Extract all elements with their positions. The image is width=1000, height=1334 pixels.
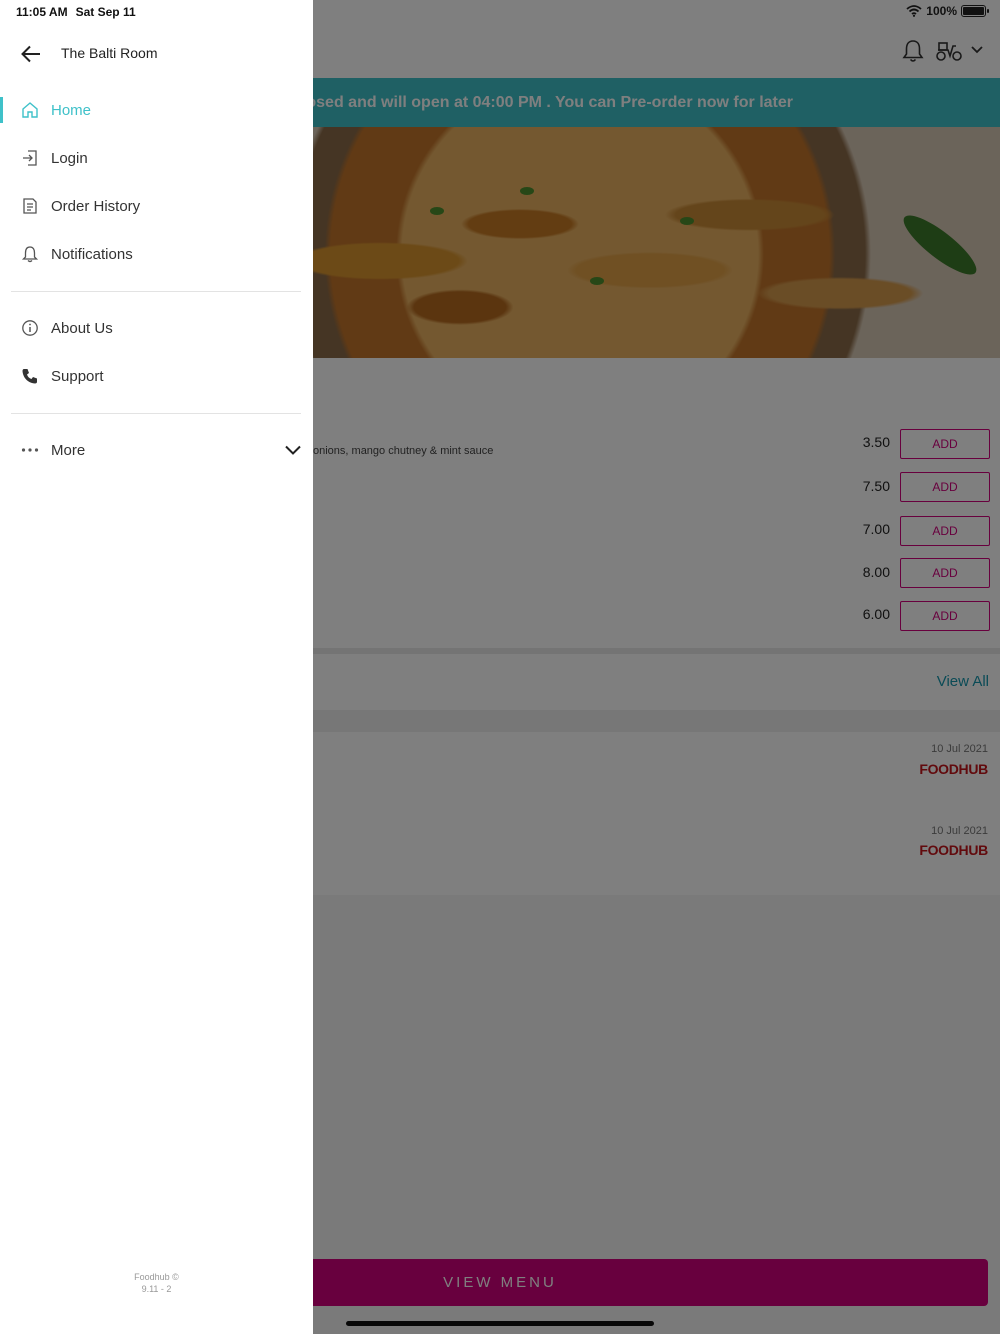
status-time: 11:05 AM [16,5,68,19]
drawer-item-label: Notifications [51,245,133,263]
more-dots-icon [20,440,40,460]
drawer-item-label: Login [51,149,88,167]
drawer-item-support[interactable]: Support [0,356,313,396]
info-icon [20,318,40,338]
battery-icon [961,5,989,17]
version-text: 9.11 - 2 [141,1284,172,1294]
drawer-divider [11,291,301,292]
wifi-icon [906,5,922,17]
home-icon [20,100,40,120]
drawer-item-label: Order History [51,197,141,215]
drawer-item-label: About Us [51,319,113,337]
drawer-item-about-us[interactable]: About Us [0,308,313,348]
bell-icon [20,244,40,264]
phone-icon [20,366,40,386]
battery-percent: 100% [926,4,957,18]
drawer-item-home[interactable]: Home [0,90,313,130]
drawer-item-label: Support [51,367,104,385]
drawer-item-more[interactable]: More [0,430,313,470]
drawer-item-label: More [51,441,86,459]
drawer-item-login[interactable]: Login [0,138,313,178]
restaurant-name: The Balti Room [61,45,158,61]
copyright-text: Foodhub © [134,1272,179,1282]
status-bar-right: 100% [906,4,989,18]
chevron-down-icon[interactable] [284,443,302,457]
status-bar-left: 11:05 AM Sat Sep 11 [16,5,136,19]
app-version-footer: Foodhub © 9.11 - 2 [0,1271,313,1295]
back-arrow-icon[interactable] [20,44,42,64]
drawer-item-notifications[interactable]: Notifications [0,234,313,274]
drawer-item-order-history[interactable]: Order History [0,186,313,226]
login-icon [20,148,40,168]
status-date: Sat Sep 11 [75,5,136,19]
receipt-icon [20,196,40,216]
drawer-item-label: Home [51,101,92,119]
navigation-drawer: The Balti Room Home Login Order History … [0,0,313,1334]
drawer-divider [11,413,301,414]
